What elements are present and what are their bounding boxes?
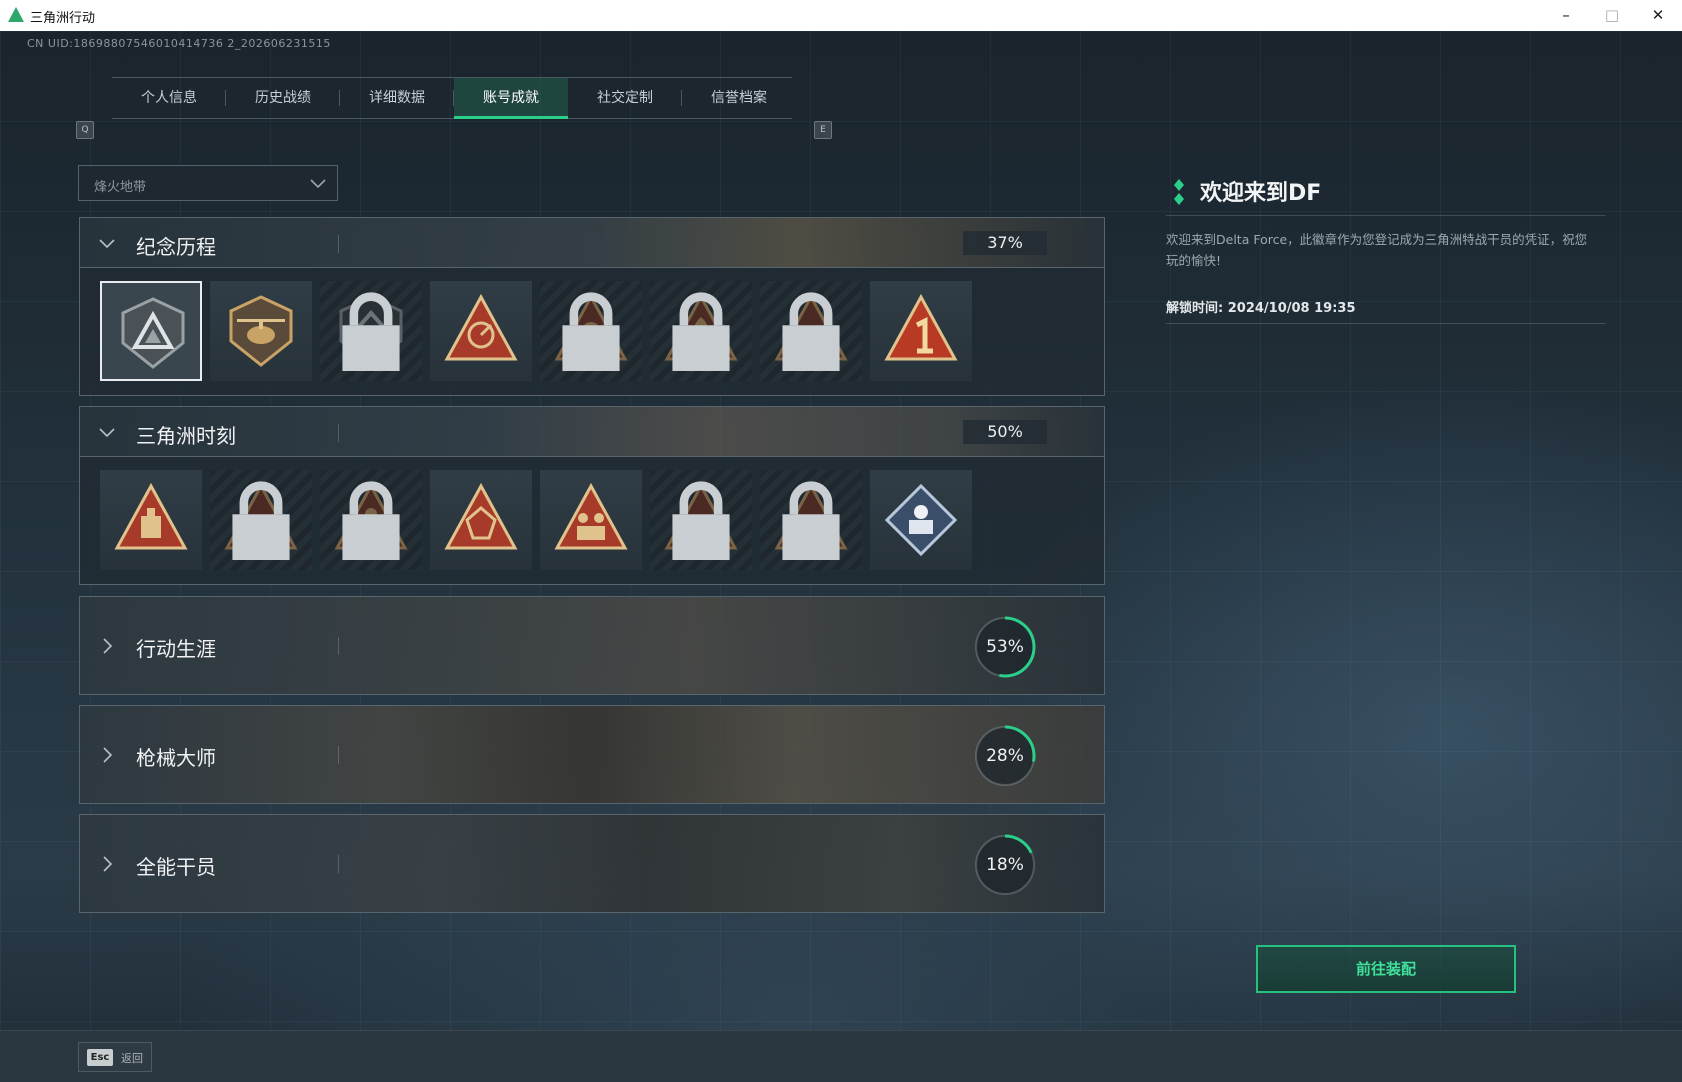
window-titlebar: 三角洲行动 – □ ✕ bbox=[0, 0, 1682, 31]
back-label: 返回 bbox=[121, 1052, 143, 1065]
minimize-button[interactable]: – bbox=[1544, 3, 1588, 27]
badge-hooded-figure[interactable] bbox=[650, 281, 752, 381]
mode-select[interactable]: 烽火地带 bbox=[78, 165, 338, 201]
esc-key-label: Esc bbox=[87, 1049, 113, 1066]
close-button[interactable]: ✕ bbox=[1636, 3, 1680, 27]
badge-radar-dish[interactable] bbox=[430, 281, 532, 381]
badge-number-one[interactable] bbox=[870, 281, 972, 381]
section-header-operation-career[interactable]: 行动生涯 53% bbox=[79, 596, 1105, 695]
team-badge-icon bbox=[554, 482, 628, 550]
delta-shield-badge-icon bbox=[121, 297, 185, 369]
tab-strip: 个人信息 历史战绩 详细数据 账号成就 社交定制 信誉档案 bbox=[112, 77, 792, 119]
badge-detail-title: 欢迎来到DF bbox=[1200, 181, 1322, 206]
number-one-badge-icon bbox=[884, 293, 958, 361]
section-progress: 28% bbox=[986, 746, 1024, 766]
badge-unlock-time: 解锁时间: 2024/10/08 19:35 bbox=[1166, 301, 1356, 316]
mode-select-value: 烽火地带 bbox=[94, 180, 147, 195]
badge-dice[interactable] bbox=[430, 470, 532, 570]
section-progress: 18% bbox=[986, 855, 1024, 875]
section-progress: 50% bbox=[963, 420, 1047, 444]
tab-detailed-data[interactable]: 详细数据 bbox=[340, 78, 454, 118]
badge-kneeling-figure[interactable] bbox=[320, 470, 422, 570]
section-title: 行动生涯 bbox=[136, 637, 216, 661]
tab-achievements[interactable]: 账号成就 bbox=[454, 78, 568, 119]
lock-icon bbox=[232, 481, 290, 560]
badge-skull-swords[interactable] bbox=[760, 281, 862, 381]
lock-icon bbox=[562, 292, 620, 371]
tab-bar: Q 个人信息 历史战绩 详细数据 账号成就 社交定制 信誉档案 E bbox=[72, 77, 842, 139]
lock-icon bbox=[672, 292, 730, 371]
badge-detail-description: 欢迎来到Delta Force，此徽章作为您登记成为三角洲特战干员的凭证，祝您玩… bbox=[1166, 232, 1588, 268]
badge-diamond-emblem[interactable] bbox=[320, 281, 422, 381]
tab-prev-key[interactable]: Q bbox=[76, 121, 94, 139]
game-window: CN UID:18698807546010414736 2_2026062315… bbox=[0, 31, 1682, 1082]
badge-rose-book[interactable] bbox=[870, 470, 972, 570]
tab-social-custom[interactable]: 社交定制 bbox=[568, 78, 682, 118]
diamond-marker-icon bbox=[1174, 179, 1184, 205]
uid-label: CN UID:18698807546010414736 2_2026062315… bbox=[27, 37, 331, 50]
tab-credit-record[interactable]: 信誉档案 bbox=[682, 78, 796, 118]
section-banner bbox=[80, 706, 1104, 803]
maximize-button[interactable]: □ bbox=[1590, 3, 1634, 27]
divider bbox=[1166, 323, 1606, 324]
section-header-memorial[interactable]: 纪念历程 37% bbox=[79, 217, 1105, 268]
chevron-right-icon bbox=[103, 856, 113, 872]
go-equip-button[interactable]: 前往装配 bbox=[1256, 945, 1516, 993]
chevron-right-icon bbox=[103, 747, 113, 763]
chevron-down-icon bbox=[99, 239, 115, 249]
divider bbox=[338, 746, 339, 764]
tab-personal-info[interactable]: 个人信息 bbox=[112, 78, 226, 118]
lock-icon bbox=[782, 292, 840, 371]
badge-grid-delta-moments bbox=[79, 457, 1105, 585]
badge-team[interactable] bbox=[540, 470, 642, 570]
badge-beast[interactable] bbox=[650, 470, 752, 570]
supply-crate-badge-icon bbox=[114, 482, 188, 550]
lock-icon bbox=[672, 481, 730, 560]
tab-next-key[interactable]: E bbox=[814, 121, 832, 139]
divider bbox=[338, 424, 339, 442]
section-header-weapon-master[interactable]: 枪械大师 28% bbox=[79, 705, 1105, 804]
badge-delta-shield[interactable] bbox=[100, 281, 202, 381]
badge-dragon[interactable] bbox=[760, 470, 862, 570]
section-banner bbox=[80, 597, 1104, 694]
divider bbox=[338, 235, 339, 253]
divider bbox=[1166, 215, 1606, 216]
chevron-right-icon bbox=[103, 638, 113, 654]
radar-dish-badge-icon bbox=[444, 293, 518, 361]
helicopter-badge-icon bbox=[229, 295, 293, 367]
bottom-bar bbox=[0, 1030, 1682, 1082]
back-button[interactable]: Esc 返回 bbox=[78, 1042, 152, 1072]
section-banner bbox=[80, 218, 1104, 267]
section-header-delta-moments[interactable]: 三角洲时刻 50% bbox=[79, 406, 1105, 457]
divider bbox=[338, 855, 339, 873]
section-title: 全能干员 bbox=[136, 855, 216, 879]
lock-icon bbox=[782, 481, 840, 560]
lock-icon bbox=[342, 481, 400, 560]
chevron-down-icon bbox=[99, 428, 115, 438]
section-title: 枪械大师 bbox=[136, 746, 216, 770]
window-title: 三角洲行动 bbox=[30, 11, 96, 26]
badge-grid-memorial bbox=[79, 268, 1105, 396]
badge-soldier[interactable] bbox=[540, 281, 642, 381]
app-logo-icon bbox=[8, 7, 24, 22]
section-header-all-round-operator[interactable]: 全能干员 18% bbox=[79, 814, 1105, 913]
section-progress: 53% bbox=[986, 637, 1024, 657]
rose-book-badge-icon bbox=[884, 483, 958, 557]
badge-supply-crate[interactable] bbox=[100, 470, 202, 570]
badge-vault[interactable] bbox=[210, 470, 312, 570]
tab-match-history[interactable]: 历史战绩 bbox=[226, 78, 340, 118]
section-banner bbox=[80, 815, 1104, 912]
lock-icon bbox=[342, 292, 400, 371]
section-title: 纪念历程 bbox=[136, 235, 216, 259]
dice-badge-icon bbox=[444, 482, 518, 550]
section-progress: 37% bbox=[963, 231, 1047, 255]
section-title: 三角洲时刻 bbox=[136, 424, 236, 448]
divider bbox=[338, 637, 339, 655]
badge-helicopter[interactable] bbox=[210, 281, 312, 381]
chevron-down-icon bbox=[310, 179, 326, 189]
